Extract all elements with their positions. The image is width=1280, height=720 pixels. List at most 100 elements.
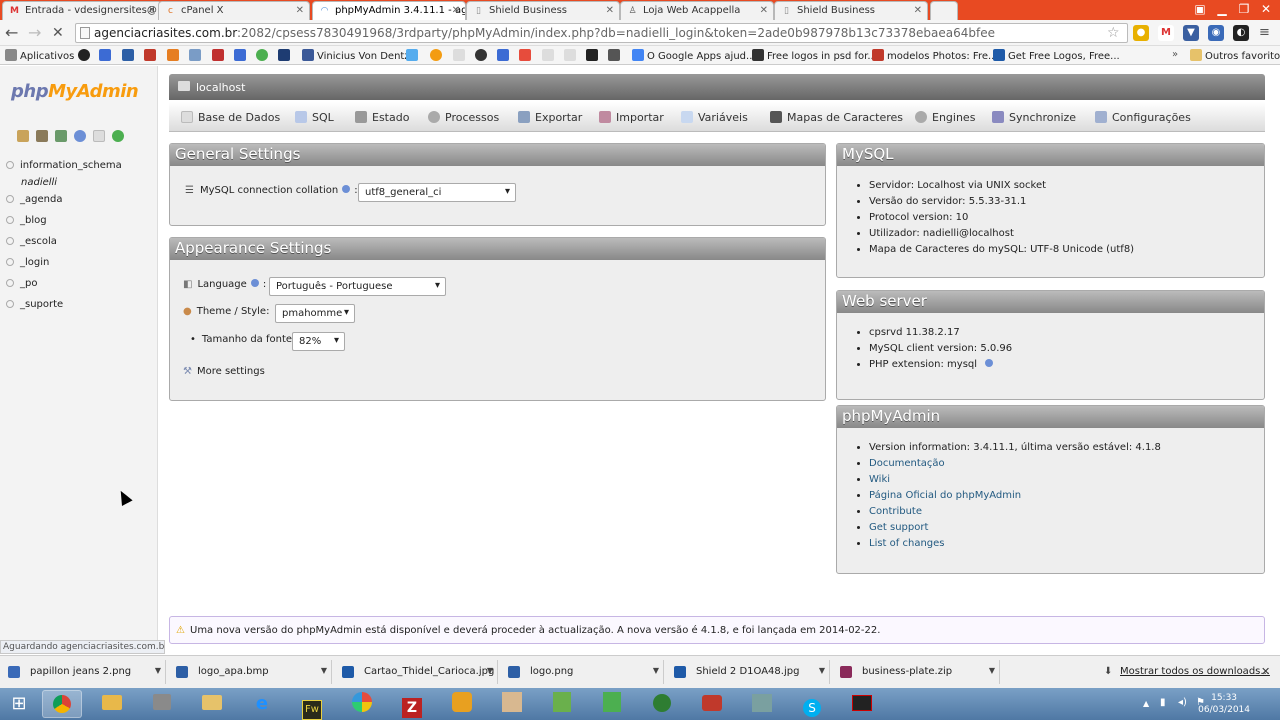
speed-extension-icon[interactable]: ◐	[1233, 25, 1249, 41]
tab-shield-business[interactable]: ▯ Shield Business ✕	[466, 1, 620, 20]
reload-icon[interactable]	[112, 130, 124, 142]
minimize-button[interactable]: ▁	[1212, 0, 1232, 18]
tray-arrow-icon[interactable]: ▲	[1143, 699, 1149, 708]
user-icon[interactable]: ▣	[1190, 0, 1210, 18]
theme-select[interactable]: pmahomme	[275, 304, 355, 323]
expand-icon[interactable]	[6, 161, 14, 169]
bookmark-aplicativos[interactable]: Aplicativos	[5, 49, 74, 62]
bookmark-icon[interactable]	[234, 49, 246, 61]
bookmark-icon[interactable]	[144, 49, 156, 61]
db-blog[interactable]: _blog	[6, 215, 47, 226]
app-taskbar-icon[interactable]	[742, 690, 782, 718]
download-item[interactable]: logo_apa.bmp ▼	[168, 660, 332, 684]
tab-engines[interactable]: Engines	[915, 111, 975, 124]
homepage-link[interactable]: Página Oficial do phpMyAdmin	[869, 490, 1021, 501]
support-link[interactable]: Get support	[869, 522, 928, 533]
show-all-downloads-link[interactable]: Mostrar todos os downloads...	[1120, 666, 1270, 677]
maximize-button[interactable]: ❐	[1234, 0, 1254, 18]
close-icon[interactable]: ✕	[1261, 665, 1270, 678]
chevron-down-icon[interactable]: ▼	[819, 666, 825, 675]
gmail-extension-icon[interactable]: M	[1158, 25, 1174, 41]
changelog-link[interactable]: List of changes	[869, 538, 945, 549]
chevron-down-icon[interactable]: ▼	[989, 666, 995, 675]
skype-taskbar-icon[interactable]: S	[792, 690, 832, 718]
system-clock[interactable]: 15:33 06/03/2014	[1198, 692, 1250, 716]
tab-gmail[interactable]: M Entrada - vdesignersites@ ✕	[2, 1, 162, 20]
back-icon[interactable]: ←	[5, 24, 18, 42]
bookmark-icon[interactable]	[430, 49, 442, 61]
tab-loja-web[interactable]: ♙ Loja Web Acappella ✕	[620, 1, 774, 20]
exit-icon[interactable]	[55, 130, 67, 142]
download-item[interactable]: business-plate.zip ▼	[832, 660, 1000, 684]
download-item[interactable]: papillon jeans 2.png ▼	[0, 660, 166, 684]
db-login[interactable]: _login	[6, 257, 49, 268]
mail-taskbar-icon[interactable]	[92, 690, 132, 718]
sql-query-icon[interactable]	[36, 130, 48, 142]
app-taskbar-icon[interactable]	[542, 690, 582, 718]
url-input[interactable]: agenciacriasites.com.br:2082/cpsess78304…	[75, 23, 1128, 43]
stop-icon[interactable]: ✕	[52, 24, 64, 42]
app-taskbar-icon[interactable]	[592, 690, 632, 718]
close-icon[interactable]: ✕	[148, 5, 156, 16]
network-icon[interactable]: ▮	[1160, 697, 1166, 708]
chevron-down-icon[interactable]: ▼	[321, 666, 327, 675]
app-taskbar-icon[interactable]	[842, 690, 882, 718]
tab-cpanel[interactable]: c cPanel X ✕	[158, 1, 310, 20]
fireworks-taskbar-icon[interactable]: Fw	[292, 690, 332, 720]
ie-taskbar-icon[interactable]: e	[242, 690, 282, 718]
language-select[interactable]: Português - Portuguese	[269, 277, 446, 296]
tab-synchronize[interactable]: Synchronize	[992, 111, 1076, 124]
chevron-right-icon[interactable]: »	[1172, 49, 1178, 60]
expand-icon[interactable]	[6, 216, 14, 224]
bookmark-icon[interactable]	[542, 49, 554, 61]
documentation-link[interactable]: Documentação	[869, 458, 945, 469]
close-icon[interactable]: ✕	[760, 5, 768, 16]
expand-icon[interactable]	[6, 258, 14, 266]
bookmark-icon[interactable]	[278, 49, 290, 61]
help-icon[interactable]	[74, 130, 86, 142]
download-item[interactable]: Cartao_Thidel_Carioca.jpg ▼	[334, 660, 498, 684]
tool-taskbar-icon[interactable]	[142, 690, 182, 718]
volume-icon[interactable]: ◂)	[1178, 697, 1187, 708]
chevron-down-icon[interactable]: ▼	[653, 666, 659, 675]
tab-status[interactable]: Estado	[355, 111, 409, 124]
bookmark-icon[interactable]	[475, 49, 487, 61]
bookmark-vinicius[interactable]: Vinicius Von Dentz	[302, 49, 410, 62]
contribute-link[interactable]: Contribute	[869, 506, 922, 517]
chrome-taskbar-icon[interactable]	[42, 690, 82, 718]
bookmark-icon[interactable]	[212, 49, 224, 61]
camera-taskbar-icon[interactable]	[692, 690, 732, 718]
collation-select[interactable]: utf8_general_ci	[358, 183, 516, 202]
download-item[interactable]: Shield 2 D1OA48.jpg ▼	[666, 660, 830, 684]
tab-variables[interactable]: Variáveis	[681, 111, 748, 124]
bookmark-icon[interactable]	[189, 49, 201, 61]
close-icon[interactable]: ✕	[914, 5, 922, 16]
bookmark-free-logos[interactable]: Free logos in psd for...	[752, 49, 877, 62]
close-icon[interactable]: ✕	[296, 5, 304, 16]
bookmark-icon[interactable]	[497, 49, 509, 61]
explorer-taskbar-icon[interactable]	[192, 690, 232, 718]
expand-icon[interactable]	[6, 279, 14, 287]
tab-shield-business-2[interactable]: ▯ Shield Business ✕	[774, 1, 928, 20]
forward-icon[interactable]: →	[28, 24, 41, 42]
chevron-down-icon[interactable]: ▼	[487, 666, 493, 675]
home-icon[interactable]	[17, 130, 29, 142]
bookmark-icon[interactable]	[608, 49, 620, 61]
download-item[interactable]: logo.png ▼	[500, 660, 664, 684]
picasa-taskbar-icon[interactable]	[342, 690, 382, 718]
help-icon[interactable]	[985, 359, 994, 367]
bookmark-icon[interactable]	[564, 49, 576, 61]
expand-icon[interactable]	[6, 195, 14, 203]
bookmark-get-free-logos[interactable]: Get Free Logos, Free...	[993, 49, 1120, 62]
expand-icon[interactable]	[6, 237, 14, 245]
bookmark-icon[interactable]	[99, 49, 111, 61]
windows-start-icon[interactable]: ⊞	[0, 690, 38, 718]
new-tab-button[interactable]	[930, 1, 958, 20]
chevron-down-icon[interactable]: ▼	[155, 666, 161, 675]
db-escola[interactable]: _escola	[6, 236, 57, 247]
docs-icon[interactable]	[93, 130, 105, 142]
bookmark-modelos[interactable]: modelos Photos: Fre...	[872, 49, 998, 62]
help-icon[interactable]	[342, 185, 351, 193]
db-suporte[interactable]: _suporte	[6, 299, 63, 310]
close-window-button[interactable]: ✕	[1256, 0, 1276, 18]
